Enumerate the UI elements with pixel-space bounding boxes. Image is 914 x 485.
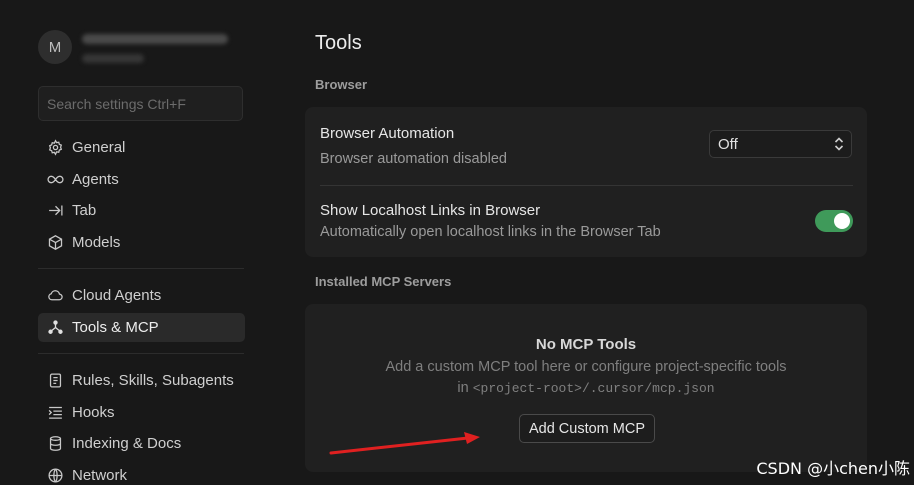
sidebar-item-general[interactable]: General [38,133,245,162]
sidebar-item-label: Rules, Skills, Subagents [72,372,234,389]
sidebar-item-label: Agents [72,170,119,188]
localhost-links-toggle[interactable] [815,210,853,232]
page-title: Tools [315,32,362,54]
nav-group-core: General Agents Tab Models [38,133,245,259]
browser-automation-select[interactable]: Off [709,130,852,158]
search-settings-box[interactable] [38,86,243,121]
sidebar-divider [38,353,244,354]
account-plan-redacted [82,53,144,63]
nav-group-cloud-tools: Cloud Agents Tools & MCP [38,281,245,344]
document-icon [46,372,64,390]
cloud-icon [46,287,64,305]
sidebar-item-label: Cloud Agents [72,287,162,304]
sidebar-item-agents[interactable]: Agents [38,165,245,194]
nav-group-config: Rules, Skills, Subagents Hooks Indexing … [38,366,245,485]
sidebar-item-hooks[interactable]: Hooks [38,398,245,427]
sidebar-divider [38,268,244,269]
browser-automation-select-value: Off [718,135,738,153]
tab-arrow-icon [46,202,64,220]
settings-window: M General Agents [0,0,914,485]
sidebar-item-label: Tools & MCP [72,318,159,336]
search-input[interactable] [39,95,242,112]
account-info-redacted [82,32,228,63]
globe-icon [46,466,64,484]
empty-state-path-line: in <project-root>/.cursor/mcp.json [305,380,867,396]
settings-content: Tools Browser Browser Automation Browser… [305,0,867,485]
sidebar-item-label: Tab [72,202,97,219]
sidebar-item-models[interactable]: Models [38,228,245,257]
sidebar-item-cloud-agents[interactable]: Cloud Agents [38,281,245,310]
localhost-links-description: Automatically open localhost links in th… [320,224,661,240]
infinity-icon [46,170,64,188]
empty-state-path-prefix: in [457,380,469,396]
cube-icon [46,233,64,251]
sidebar-item-indexing-docs[interactable]: Indexing & Docs [38,429,245,458]
gear-icon [46,139,64,157]
database-icon [46,435,64,453]
sidebar-item-label: General [72,139,126,156]
settings-sidebar: M General Agents [0,0,270,485]
sidebar-item-label: Network [72,466,128,484]
toggle-knob [834,213,850,229]
mcp-config-path: <project-root>/.cursor/mcp.json [472,381,715,396]
tools-icon [46,318,64,336]
empty-state-description: Add a custom MCP tool here or configure … [385,359,787,375]
sidebar-item-label: Models [72,233,121,251]
account-email-redacted [82,33,228,44]
sidebar-item-label: Hooks [72,403,115,421]
account-profile[interactable]: M [38,30,228,64]
csdn-watermark: CSDN @小chen小陈 [756,459,910,478]
sidebar-item-tools-mcp[interactable]: Tools & MCP [38,312,245,342]
browser-automation-title: Browser Automation [320,125,455,142]
chevron-up-down-icon [834,137,844,151]
sidebar-item-rules[interactable]: Rules, Skills, Subagents [38,366,245,395]
sidebar-item-network[interactable]: Network [38,461,245,485]
mcp-servers-card: No MCP Tools Add a custom MCP tool here … [305,304,867,472]
localhost-links-title: Show Localhost Links in Browser [320,202,541,219]
browser-settings-card: Browser Automation Browser automation di… [305,107,867,257]
empty-state-title: No MCP Tools [535,336,637,353]
sidebar-item-tab[interactable]: Tab [38,196,245,225]
avatar: M [38,30,72,64]
section-label-mcp: Installed MCP Servers [315,274,452,289]
add-custom-mcp-button[interactable]: Add Custom MCP [519,414,655,443]
browser-automation-description: Browser automation disabled [320,151,507,167]
hooks-icon [46,403,64,421]
section-label-browser: Browser [315,77,368,92]
card-divider [320,185,853,186]
sidebar-item-label: Indexing & Docs [72,435,182,452]
